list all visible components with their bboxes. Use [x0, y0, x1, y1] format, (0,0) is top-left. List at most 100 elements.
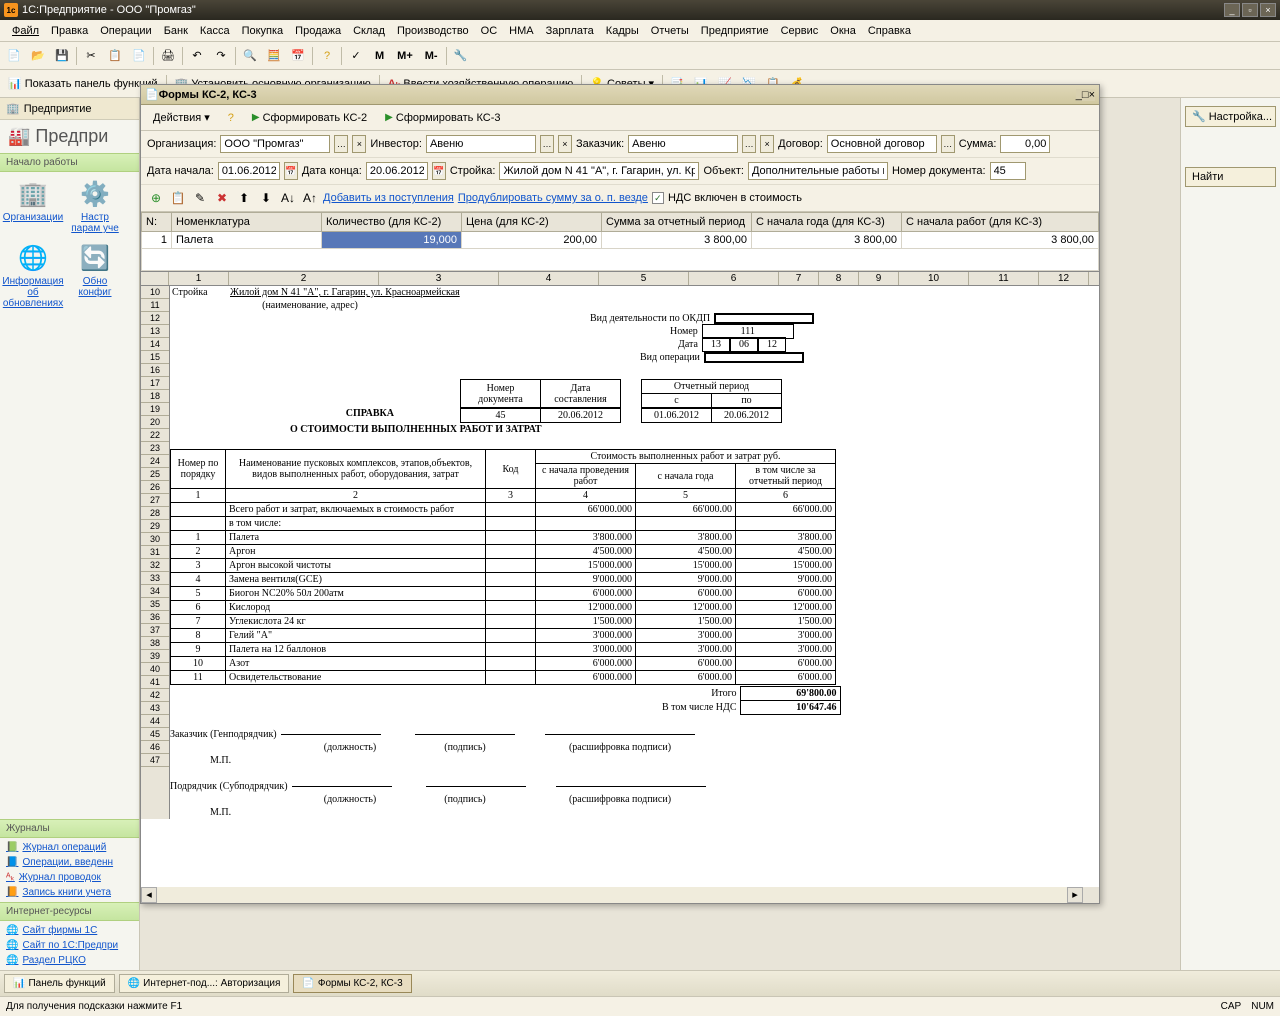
link-rcko[interactable]: 🌐 Раздел РЦКО: [6, 953, 133, 968]
row-header[interactable]: 24: [141, 455, 169, 468]
move-up-icon[interactable]: ⬆: [235, 189, 253, 207]
redo-icon[interactable]: ↷: [211, 46, 231, 66]
tool-icon[interactable]: 🔧: [451, 46, 471, 66]
stroyka-input[interactable]: [499, 162, 699, 180]
print-icon[interactable]: 🖨: [158, 46, 178, 66]
sum-input[interactable]: [1000, 135, 1050, 153]
taskbar-forms[interactable]: 📄 Формы КС-2, КС-3: [293, 974, 411, 993]
row-header[interactable]: 20: [141, 416, 169, 429]
row-header[interactable]: 34: [141, 585, 169, 598]
row-header[interactable]: 16: [141, 364, 169, 377]
nomenclature-grid[interactable]: N: Номенклатура Количество (для КС-2) Це…: [141, 212, 1099, 272]
link-1c-site[interactable]: 🌐 Сайт фирмы 1С: [6, 923, 133, 938]
grid-row[interactable]: 1 Палета 19,000 200,00 3 800,00 3 800,00…: [142, 232, 1099, 249]
investor-input[interactable]: [426, 135, 536, 153]
menu-hr[interactable]: Кадры: [600, 23, 645, 39]
show-panel-button[interactable]: 📊Показать панель функций: [4, 75, 162, 92]
row-header[interactable]: 36: [141, 611, 169, 624]
selected-cell[interactable]: 19,000: [322, 232, 462, 249]
menu-help[interactable]: Справка: [862, 23, 917, 39]
row-header[interactable]: 18: [141, 390, 169, 403]
icon-config-update[interactable]: 🔄Обно конфиг: [68, 242, 122, 309]
menu-purchase[interactable]: Покупка: [236, 23, 290, 39]
menu-bank[interactable]: Банк: [158, 23, 194, 39]
doc-maximize-button[interactable]: □: [1082, 89, 1089, 101]
row-header[interactable]: 12: [141, 312, 169, 325]
row-header[interactable]: 30: [141, 533, 169, 546]
customer-clear[interactable]: ×: [760, 135, 774, 153]
help-button[interactable]: ?: [222, 110, 240, 126]
icon-updates-info[interactable]: 🌐Информация об обновлениях: [6, 242, 60, 309]
menu-service[interactable]: Сервис: [775, 23, 825, 39]
menu-sale[interactable]: Продажа: [289, 23, 347, 39]
calc-icon[interactable]: 🧮: [264, 46, 284, 66]
row-header[interactable]: 44: [141, 715, 169, 728]
icon-settings[interactable]: ⚙️Настр парам уче: [68, 178, 122, 234]
open-icon[interactable]: 📂: [28, 46, 48, 66]
contract-select[interactable]: …: [941, 135, 955, 153]
row-header[interactable]: 39: [141, 650, 169, 663]
find-icon[interactable]: 🔍: [240, 46, 260, 66]
row-header[interactable]: 15: [141, 351, 169, 364]
menu-nma[interactable]: НМА: [503, 23, 539, 39]
col-sum[interactable]: Сумма за отчетный период: [602, 213, 752, 232]
row-header[interactable]: 41: [141, 676, 169, 689]
save-icon[interactable]: 💾: [52, 46, 72, 66]
date-end-picker[interactable]: 📅: [432, 162, 446, 180]
row-header[interactable]: 42: [141, 689, 169, 702]
paste-icon[interactable]: 📄: [129, 46, 149, 66]
copy-icon[interactable]: 📋: [105, 46, 125, 66]
taskbar-internet[interactable]: 🌐 Интернет-под...: Авторизация: [119, 974, 290, 993]
form-ks2-button[interactable]: ▶Сформировать КС-2: [246, 110, 373, 126]
taskbar-panel-func[interactable]: 📊 Панель функций: [4, 974, 115, 993]
delete-row-icon[interactable]: ✖: [213, 189, 231, 207]
row-header[interactable]: 32: [141, 559, 169, 572]
col-works[interactable]: С начала работ (для КС-3): [902, 213, 1099, 232]
row-header[interactable]: 22: [141, 429, 169, 442]
org-select[interactable]: …: [334, 135, 348, 153]
date-start-input[interactable]: [218, 162, 280, 180]
calendar-icon[interactable]: 📅: [288, 46, 308, 66]
menu-enterprise[interactable]: Предприятие: [695, 23, 775, 39]
object-input[interactable]: [748, 162, 888, 180]
row-header[interactable]: 43: [141, 702, 169, 715]
date-start-picker[interactable]: 📅: [284, 162, 298, 180]
row-header[interactable]: 25: [141, 468, 169, 481]
menu-warehouse[interactable]: Склад: [347, 23, 391, 39]
insert-row-icon[interactable]: 📋: [169, 189, 187, 207]
col-nomenclature[interactable]: Номенклатура: [172, 213, 322, 232]
menu-edit[interactable]: Правка: [45, 23, 94, 39]
close-button[interactable]: ×: [1260, 3, 1276, 17]
col-qty[interactable]: Количество (для КС-2): [322, 213, 462, 232]
row-header[interactable]: 31: [141, 546, 169, 559]
row-header[interactable]: 23: [141, 442, 169, 455]
icon-organizations[interactable]: 🏢Организации: [6, 178, 60, 234]
m-button[interactable]: M: [370, 46, 389, 66]
row-header[interactable]: 14: [141, 338, 169, 351]
row-header[interactable]: 26: [141, 481, 169, 494]
row-header[interactable]: 37: [141, 624, 169, 637]
col-price[interactable]: Цена (для КС-2): [462, 213, 602, 232]
row-header[interactable]: 13: [141, 325, 169, 338]
find-button[interactable]: Найти: [1185, 167, 1276, 187]
row-header[interactable]: 17: [141, 377, 169, 390]
row-header[interactable]: 33: [141, 572, 169, 585]
menu-production[interactable]: Производство: [391, 23, 475, 39]
doc-close-button[interactable]: ×: [1089, 89, 1095, 101]
row-header[interactable]: 46: [141, 741, 169, 754]
sort-desc-icon[interactable]: A↑: [301, 189, 319, 207]
spreadsheet[interactable]: 1 2 3 4 5 6 7 8 9 10 11 12 1011121314151…: [141, 272, 1099, 887]
menu-reports[interactable]: Отчеты: [645, 23, 695, 39]
menu-kassa[interactable]: Касса: [194, 23, 236, 39]
contract-input[interactable]: [827, 135, 937, 153]
customer-select[interactable]: …: [742, 135, 756, 153]
org-clear[interactable]: ×: [352, 135, 366, 153]
actions-button[interactable]: Действия ▾: [147, 109, 216, 126]
link-journal-ops[interactable]: 📗 Журнал операций: [6, 840, 133, 855]
menu-operations[interactable]: Операции: [94, 23, 157, 39]
row-header[interactable]: 27: [141, 494, 169, 507]
investor-clear[interactable]: ×: [558, 135, 572, 153]
row-header[interactable]: 11: [141, 299, 169, 312]
edit-row-icon[interactable]: ✎: [191, 189, 209, 207]
link-book-record[interactable]: 📙 Запись книги учета: [6, 885, 133, 900]
